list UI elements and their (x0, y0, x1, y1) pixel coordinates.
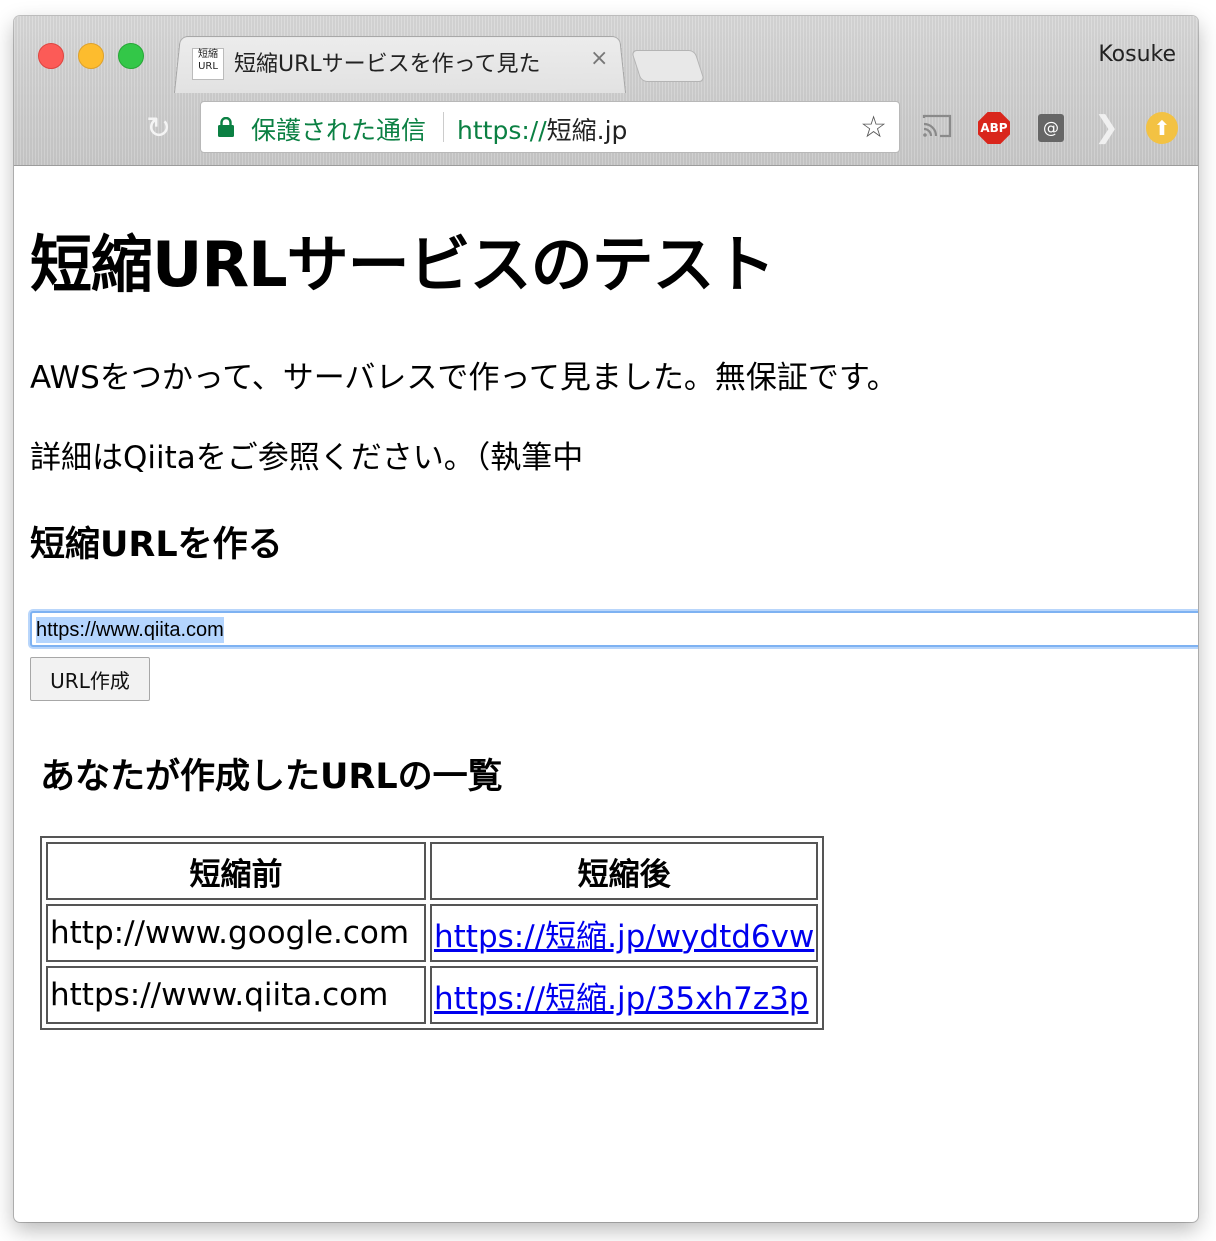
tab-close-icon[interactable]: × (590, 46, 608, 71)
bookmark-star-icon[interactable]: ☆ (860, 110, 887, 145)
details-text: 詳細はQiitaをご参照ください。（執筆中 (30, 440, 584, 476)
favicon-line2: URL (198, 61, 218, 72)
url-input-value[interactable]: https://www.qiita.com (36, 617, 224, 643)
create-heading: 短縮URLを作る (30, 525, 283, 565)
mail-at-icon[interactable]: @ (1038, 114, 1064, 142)
table-row: https://www.qiita.com https://短縮.jp/35xh… (46, 966, 819, 1024)
omnibox-divider (443, 112, 444, 142)
adblock-plus-icon[interactable]: ABP (978, 112, 1010, 144)
intro-text: AWSをつかって、サーバレスで作って見ました。無保証です。 (30, 360, 898, 396)
secure-connection-label[interactable]: 保護された通信 (251, 111, 426, 147)
browser-window: 短縮 URL 短縮URLサービスを作って見た × Kosuke ↻ 保護された通… (14, 16, 1198, 1222)
maximize-window-button[interactable] (118, 43, 144, 69)
table-header-row: 短縮前 短縮後 (46, 842, 819, 900)
profile-name[interactable]: Kosuke (1098, 42, 1176, 67)
new-tab-button[interactable] (630, 50, 706, 82)
minimize-window-button[interactable] (78, 43, 104, 69)
upload-extension-icon[interactable]: ⬆ (1146, 112, 1178, 144)
arrow-extension-icon[interactable]: ❯ (1094, 113, 1124, 143)
cell-original: https://www.qiita.com (46, 966, 426, 1024)
header-short: 短縮後 (430, 842, 819, 900)
cell-short: https://短縮.jp/wydtd6vw (430, 904, 819, 962)
reload-icon[interactable]: ↻ (146, 111, 171, 146)
url-scheme: https:// (457, 116, 547, 145)
short-url-link[interactable]: https://短縮.jp/35xh7z3p (434, 981, 809, 1017)
cast-icon[interactable] (922, 114, 952, 138)
tab-title: 短縮URLサービスを作って見た (234, 52, 541, 77)
create-url-button[interactable]: URL作成 (30, 657, 150, 701)
page-title: 短縮URLサービスのテスト (30, 228, 776, 301)
list-heading: あなたが作成したURLの一覧 (40, 757, 503, 797)
url-text[interactable]: https://短縮.jp (457, 111, 627, 147)
cell-original: http://www.google.com (46, 904, 426, 962)
short-url-link[interactable]: https://短縮.jp/wydtd6vw (434, 919, 814, 955)
url-list-table: 短縮前 短縮後 http://www.google.com https://短縮… (40, 836, 825, 1030)
tab-favicon-icon: 短縮 URL (192, 48, 224, 80)
header-original: 短縮前 (46, 842, 426, 900)
address-bar[interactable]: 保護された通信 https://短縮.jp ☆ (200, 101, 900, 153)
favicon-line1: 短縮 (198, 49, 218, 60)
browser-chrome: 短縮 URL 短縮URLサービスを作って見た × Kosuke ↻ 保護された通… (14, 16, 1198, 166)
table-row: http://www.google.com https://短縮.jp/wydt… (46, 904, 819, 962)
cell-short: https://短縮.jp/35xh7z3p (430, 966, 819, 1024)
page-content: 短縮URLサービスのテスト AWSをつかって、サーバレスで作って見ました。無保証… (14, 166, 1198, 1222)
lock-icon (218, 117, 234, 137)
close-window-button[interactable] (38, 43, 64, 69)
url-host: 短縮.jp (546, 116, 628, 145)
